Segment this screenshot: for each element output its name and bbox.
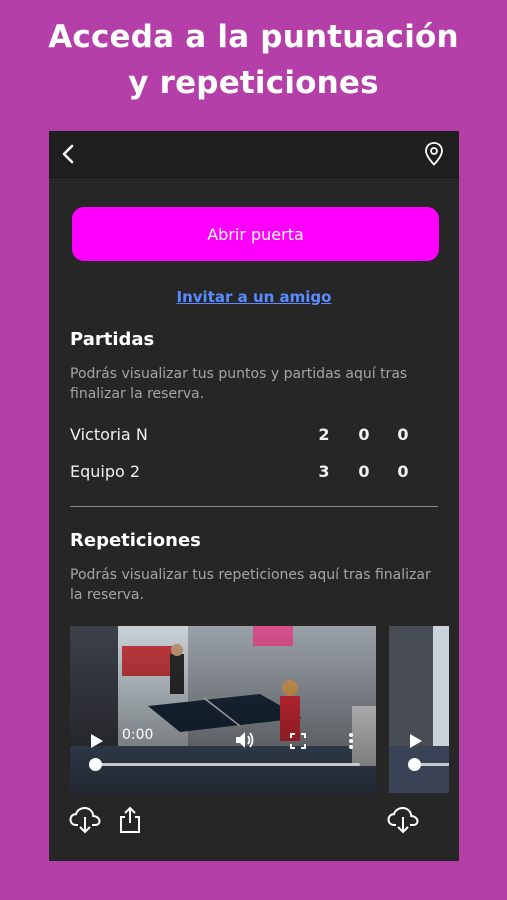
score-set-3: 0 (397, 462, 409, 481)
replay-video-player[interactable]: 0:00 (70, 626, 376, 793)
score-set-2: 0 (358, 425, 370, 444)
matches-description: Podrás visualizar tus puntos y partidas … (70, 366, 408, 402)
video-progress-handle[interactable] (89, 758, 102, 771)
headline-line-2: y repeticiones (128, 65, 379, 101)
video-progress-track[interactable] (95, 763, 360, 766)
score-set-1: 3 (318, 462, 330, 481)
back-button[interactable] (57, 142, 81, 166)
location-button[interactable] (423, 141, 445, 167)
more-options-icon[interactable] (348, 732, 354, 750)
cloud-download-icon[interactable] (69, 806, 101, 834)
video-time: 0:00 (122, 727, 154, 743)
score-set-1: 2 (318, 425, 330, 444)
fullscreen-icon[interactable] (290, 733, 306, 749)
promo-headline: Acceda a la puntuación y repeticiones (0, 14, 507, 106)
app-screen: Abrir puerta Invitar a un amigo Partidas… (49, 131, 459, 861)
headline-line-1: Acceda a la puntuación (48, 19, 459, 55)
share-icon[interactable] (119, 806, 141, 834)
invite-friend-link[interactable]: Invitar a un amigo (49, 288, 459, 306)
play-icon[interactable] (409, 733, 423, 749)
replays-title: Repeticiones (70, 530, 201, 551)
video-thumbnail (70, 626, 376, 793)
replays-description: Podrás visualizar tus repeticiones aquí … (70, 567, 431, 603)
top-bar (49, 131, 459, 178)
replay-video-player[interactable] (389, 626, 449, 793)
map-pin-icon (425, 142, 443, 166)
play-icon[interactable] (90, 733, 104, 749)
player-name: Equipo 2 (70, 462, 141, 481)
score-row: Victoria N 2 0 0 (70, 425, 420, 449)
volume-icon[interactable] (235, 731, 255, 749)
video-progress-handle[interactable] (408, 758, 421, 771)
matches-title: Partidas (70, 329, 155, 350)
score-set-3: 0 (397, 425, 409, 444)
score-row: Equipo 2 3 0 0 (70, 462, 420, 486)
open-door-button[interactable]: Abrir puerta (72, 207, 439, 261)
section-divider (70, 506, 438, 507)
score-set-2: 0 (358, 462, 370, 481)
chevron-left-icon (62, 144, 74, 164)
player-name: Victoria N (70, 425, 148, 444)
cloud-download-icon[interactable] (387, 806, 419, 834)
